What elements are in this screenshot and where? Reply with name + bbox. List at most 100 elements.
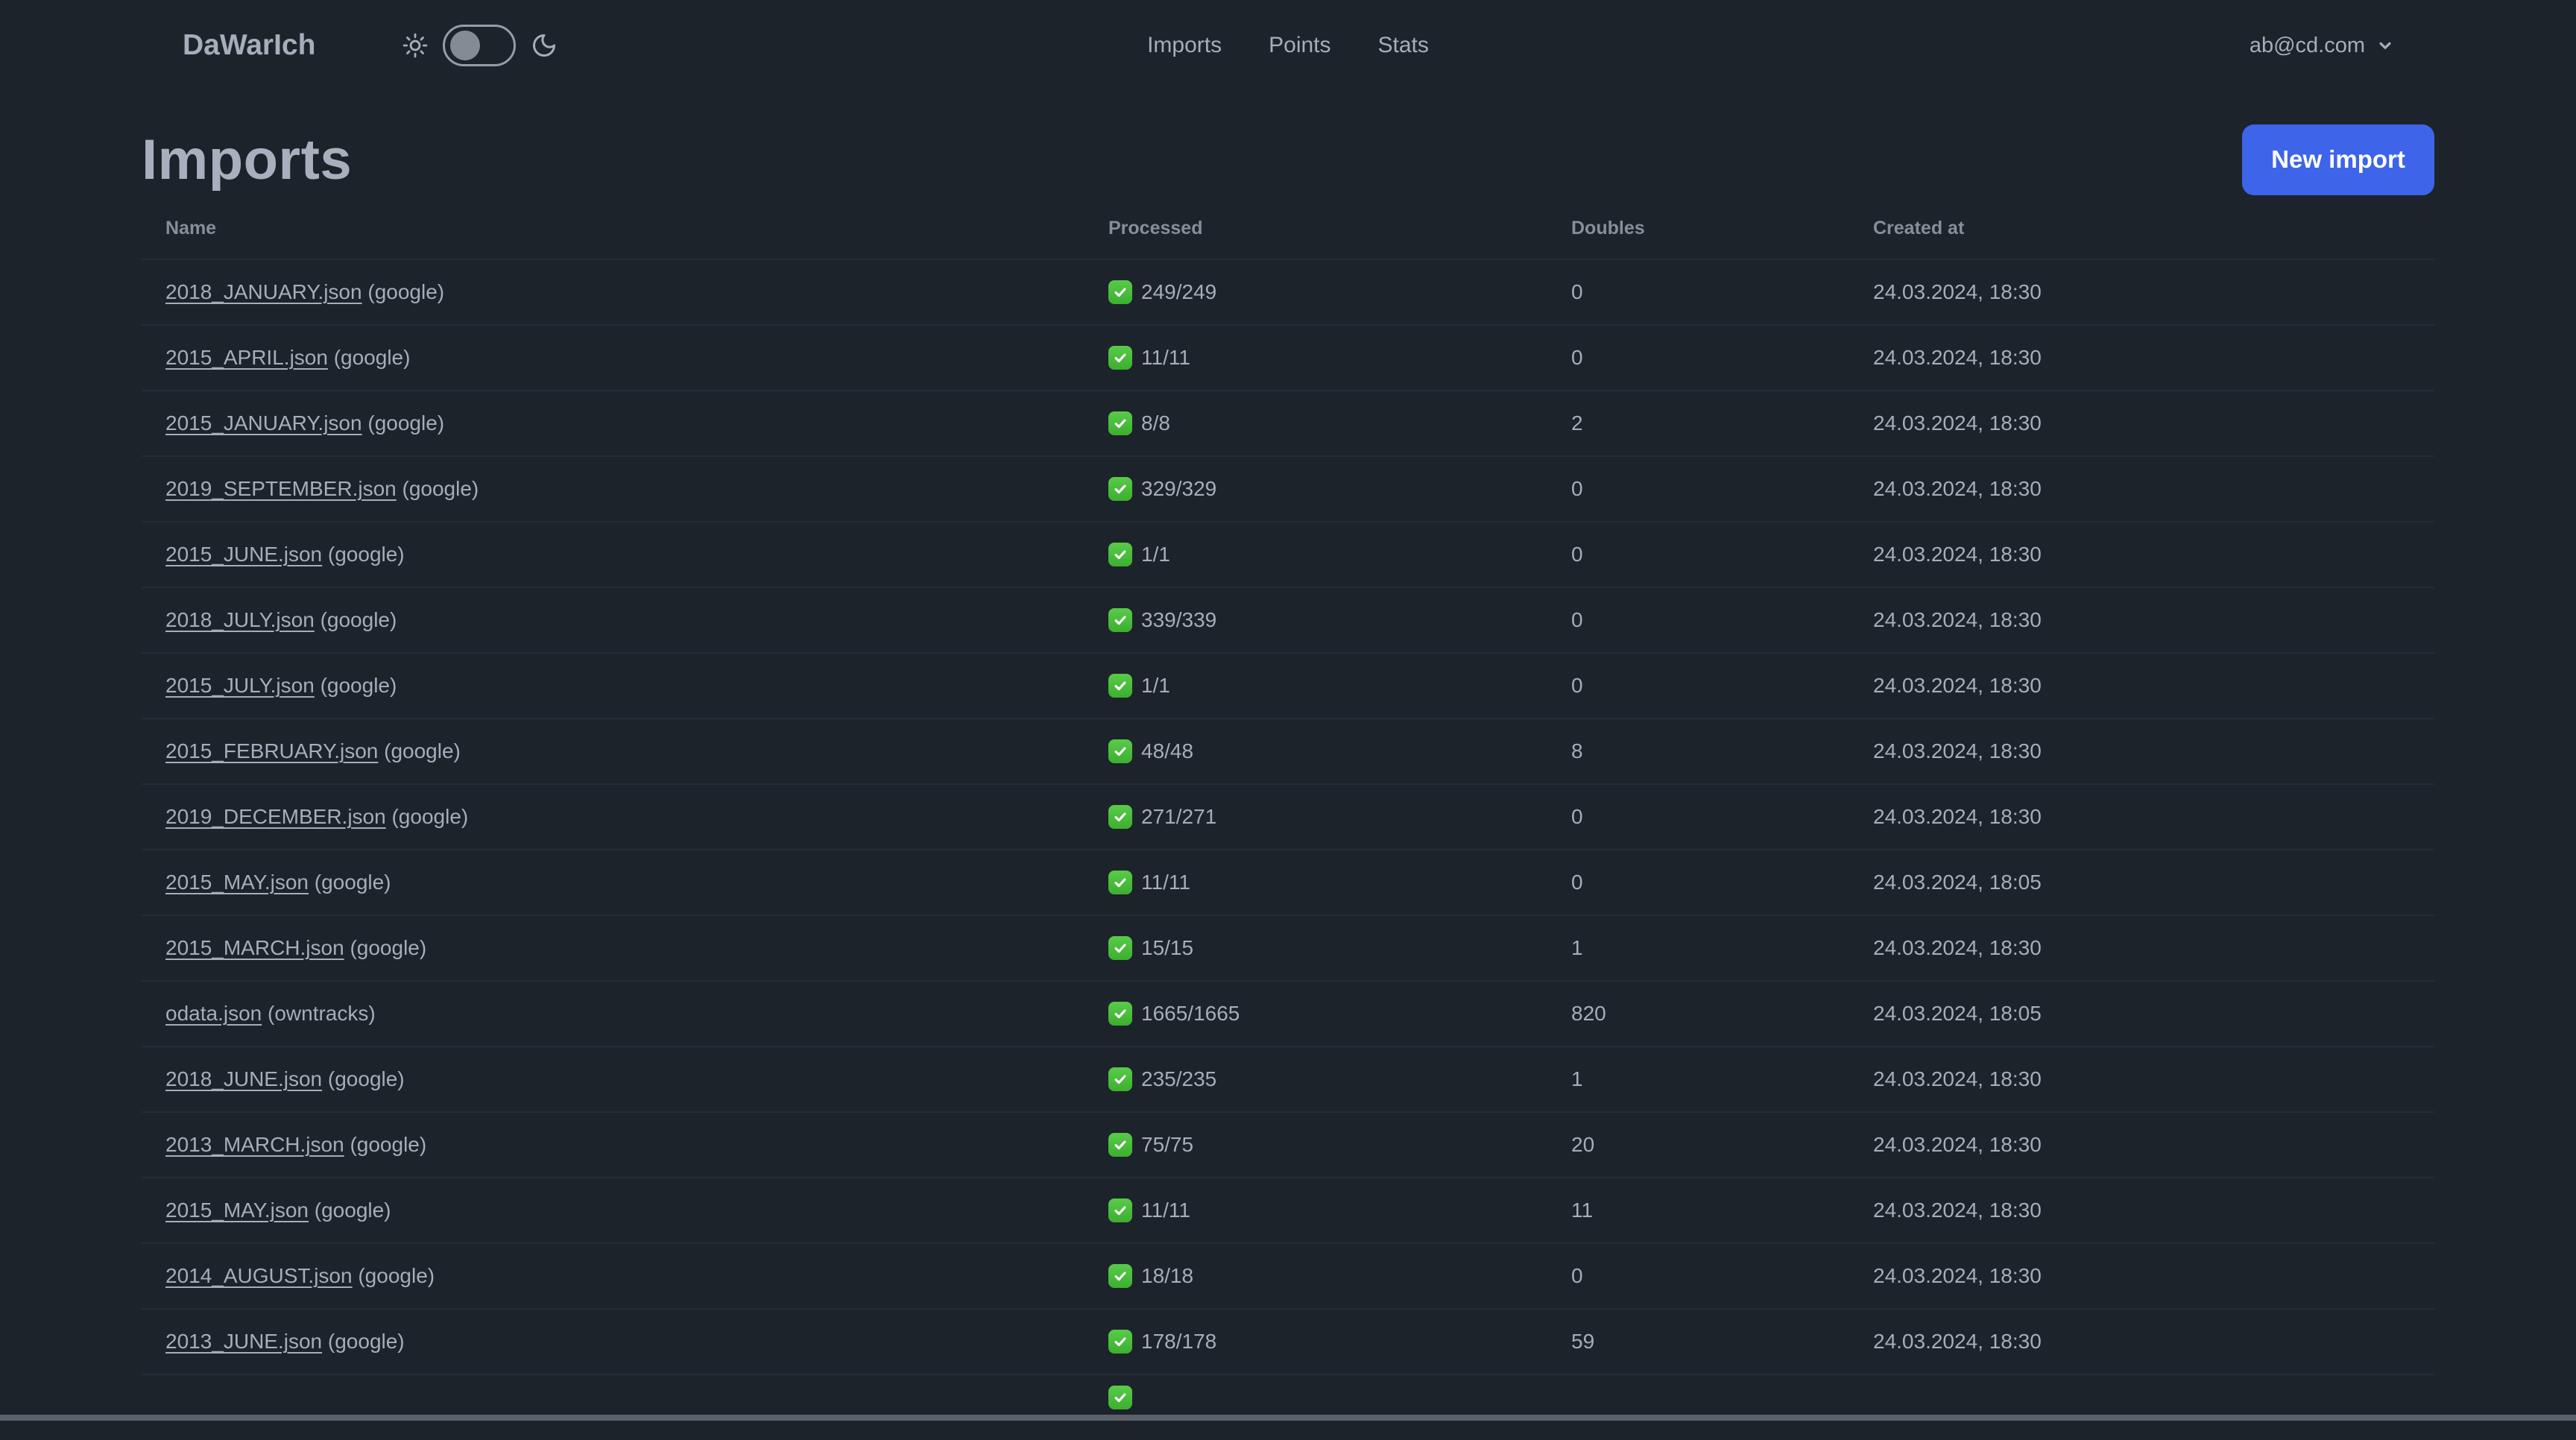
check-mark-icon — [1108, 1133, 1132, 1157]
user-email: ab@cd.com — [2249, 33, 2365, 57]
processed-cell: 329/329 — [1108, 456, 1571, 522]
created-at-cell: 24.03.2024, 18:30 — [1873, 259, 2434, 326]
processed-cell: 18/18 — [1108, 1243, 1571, 1310]
check-mark-icon — [1108, 674, 1132, 698]
processed-count: 1/1 — [1141, 674, 1170, 697]
chevron-down-icon — [2375, 36, 2395, 55]
table-row: 2013_JUNE.json (google) 178/178 59 24.03.20… — [142, 1309, 2434, 1375]
import-source: (google) — [314, 674, 397, 697]
check-mark-icon — [1108, 1067, 1132, 1091]
created-at-cell: 24.03.2024, 18:05 — [1873, 981, 2434, 1047]
created-at-cell: 24.03.2024, 18:30 — [1873, 325, 2434, 391]
created-at-cell: 24.03.2024, 18:30 — [1873, 915, 2434, 982]
name-cell: 2015_APRIL.json (google) — [142, 325, 1108, 391]
name-cell: 2015_MAY.json (google) — [142, 850, 1108, 916]
nav-item-points[interactable]: Points — [1269, 33, 1330, 58]
column-header-name: Name — [142, 203, 1108, 260]
import-file-link[interactable]: 2015_JUNE.json — [165, 543, 322, 566]
name-cell — [142, 1374, 1108, 1440]
import-file-link[interactable]: 2018_JANUARY.json — [165, 280, 362, 303]
import-file-link[interactable]: 2015_FEBRUARY.json — [165, 739, 378, 762]
table-row: 2015_APRIL.json (google) 11/11 0 24.03.2024… — [142, 325, 2434, 391]
check-mark-icon — [1108, 411, 1132, 435]
check-mark-icon — [1108, 543, 1132, 566]
import-file-link[interactable]: 2013_JUNE.json — [165, 1330, 322, 1353]
name-cell: 2018_JANUARY.json (google) — [142, 259, 1108, 326]
import-file-link[interactable]: 2015_JANUARY.json — [165, 411, 362, 435]
nav-item-imports[interactable]: Imports — [1147, 33, 1222, 58]
processed-cell: 235/235 — [1108, 1046, 1571, 1113]
import-source: (google) — [309, 1199, 391, 1222]
import-source: (google) — [344, 936, 427, 959]
import-file-link[interactable]: 2015_APRIL.json — [165, 346, 328, 369]
check-mark-icon — [1108, 346, 1132, 370]
processed-cell: 15/15 — [1108, 915, 1571, 982]
check-mark-icon — [1108, 1199, 1132, 1222]
import-source: (google) — [327, 346, 411, 369]
import-file-link[interactable]: 2015_MAY.json — [165, 1199, 309, 1222]
processed-cell: 75/75 — [1108, 1112, 1571, 1178]
processed-count: 11/11 — [1141, 346, 1190, 369]
processed-cell: 249/249 — [1108, 259, 1571, 326]
check-mark-icon — [1108, 739, 1132, 763]
import-source: (google) — [344, 1133, 427, 1156]
import-file-link[interactable]: 2015_JULY.json — [165, 674, 315, 697]
processed-count: 1665/1665 — [1141, 1002, 1240, 1025]
check-mark-icon — [1108, 280, 1132, 304]
import-source: (google) — [362, 411, 445, 435]
created-at-cell: 24.03.2024, 18:30 — [1873, 1046, 2434, 1113]
check-mark-icon — [1108, 608, 1132, 632]
name-cell: 2019_SEPTEMBER.json (google) — [142, 456, 1108, 522]
created-at-cell: 24.03.2024, 18:30 — [1873, 1243, 2434, 1310]
name-cell: 2013_JUNE.json (google) — [142, 1309, 1108, 1375]
created-at-cell: 24.03.2024, 18:05 — [1873, 850, 2434, 916]
table-row: 2015_JUNE.json (google) 1/1 0 24.03.2024, 1… — [142, 522, 2434, 588]
name-cell: 2015_MAY.json (google) — [142, 1178, 1108, 1244]
import-file-link[interactable]: odata.json — [165, 1002, 262, 1025]
processed-count: 339/339 — [1141, 608, 1217, 631]
check-mark-icon — [1108, 871, 1132, 894]
nav-item-stats[interactable]: Stats — [1378, 33, 1429, 58]
processed-cell: 11/11 — [1108, 1178, 1571, 1244]
import-source: (google) — [322, 543, 405, 566]
user-menu[interactable]: ab@cd.com — [2250, 34, 2395, 58]
import-file-link[interactable]: 2014_AUGUST.json — [165, 1264, 353, 1287]
import-file-link[interactable]: 2019_DECEMBER.json — [165, 805, 386, 828]
doubles-cell: 8 — [1571, 719, 1873, 785]
import-file-link[interactable]: 2015_MARCH.json — [165, 936, 344, 959]
new-import-button[interactable]: New import — [2242, 124, 2434, 195]
created-at-cell: 24.03.2024, 18:30 — [1873, 653, 2434, 719]
doubles-cell: 0 — [1571, 1243, 1873, 1310]
import-file-link[interactable]: 2018_JUNE.json — [165, 1067, 322, 1090]
app-logo[interactable]: DaWarIch — [183, 29, 315, 62]
import-file-link[interactable]: 2019_SEPTEMBER.json — [165, 477, 397, 500]
created-at-cell: 24.03.2024, 18:30 — [1873, 522, 2434, 588]
processed-cell: 339/339 — [1108, 587, 1571, 654]
processed-count: 329/329 — [1141, 477, 1217, 500]
navbar: DaWarIch Imports Points Stats ab@cd.com — [0, 0, 2576, 91]
sun-icon — [402, 33, 428, 58]
processed-count: 18/18 — [1141, 1264, 1194, 1287]
theme-toggle[interactable] — [443, 25, 517, 66]
name-cell: 2018_JUNE.json (google) — [142, 1046, 1108, 1113]
created-at-cell: 24.03.2024, 18:30 — [1873, 784, 2434, 850]
import-file-link[interactable]: 2015_MAY.json — [165, 871, 309, 894]
name-cell: 2015_FEBRUARY.json (google) — [142, 719, 1108, 785]
processed-cell: 271/271 — [1108, 784, 1571, 850]
table-row: 2013_MARCH.json (google) 75/75 20 24.03.202… — [142, 1112, 2434, 1178]
check-mark-icon — [1108, 936, 1132, 960]
import-file-link[interactable]: 2013_MARCH.json — [165, 1133, 344, 1156]
processed-count: 75/75 — [1141, 1133, 1194, 1156]
table-row: 2019_SEPTEMBER.json (google) 329/329 0 24.0… — [142, 456, 2434, 522]
table-row: 2015_FEBRUARY.json (google) 48/48 8 24.03.2… — [142, 719, 2434, 785]
name-cell: 2018_JULY.json (google) — [142, 587, 1108, 654]
name-cell: 2015_MARCH.json (google) — [142, 915, 1108, 982]
doubles-cell: 0 — [1571, 850, 1873, 916]
import-source: (google) — [309, 871, 391, 894]
column-header-doubles: Doubles — [1571, 203, 1873, 260]
horizontal-scrollbar[interactable] — [0, 1415, 2576, 1421]
import-file-link[interactable]: 2018_JULY.json — [165, 608, 315, 631]
import-source: (google) — [378, 739, 461, 762]
name-cell: 2015_JANUARY.json (google) — [142, 391, 1108, 457]
processed-count: 15/15 — [1141, 936, 1194, 959]
